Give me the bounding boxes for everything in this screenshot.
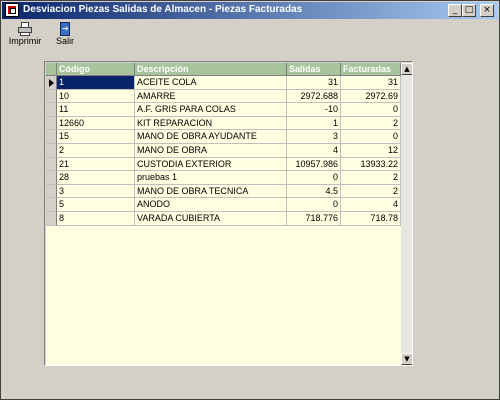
table-row[interactable]: 11 A.F. GRIS PARA COLAS -10 0 [46,103,401,117]
cell-descripcion[interactable]: VARADA CUBIERTA [135,212,287,226]
cell-facturadas[interactable]: 2 [341,184,401,199]
scroll-down-icon[interactable]: ▼ [401,353,412,365]
cell-codigo[interactable]: 3 [57,184,135,199]
row-indicator-header [46,63,57,76]
cell-salidas[interactable]: 4.5 [287,184,341,199]
row-indicator[interactable] [46,116,57,131]
cell-descripcion[interactable]: AMARRE [135,89,287,104]
cell-facturadas[interactable]: 13933.22 [341,157,401,172]
row-indicator[interactable] [46,157,57,172]
cell-salidas[interactable]: 0 [287,198,341,212]
cell-salidas[interactable]: 4 [287,144,341,158]
cell-codigo[interactable]: 28 [57,171,135,185]
app-window: Desviacion Piezas Salidas de Almacen - P… [0,0,500,400]
cell-salidas[interactable]: 3 [287,130,341,144]
table-row[interactable]: 12660 KIT REPARACION 1 2 [46,116,401,131]
column-header-salidas[interactable]: Salidas [287,63,341,76]
minimize-button[interactable]: _ [448,4,462,17]
cell-descripcion[interactable]: KIT REPARACION [135,116,287,131]
cell-salidas[interactable]: 1 [287,116,341,131]
table-row[interactable]: 2 MANO DE OBRA 4 12 [46,144,401,158]
cell-facturadas[interactable]: 0 [341,130,401,144]
cell-facturadas[interactable]: 718.78 [341,212,401,226]
cell-salidas[interactable]: 2972.688 [287,89,341,104]
column-header-descripcion[interactable]: Descripción [135,63,287,76]
cell-descripcion[interactable]: pruebas 1 [135,171,287,185]
row-indicator[interactable] [46,130,57,144]
cell-descripcion[interactable]: ANODO [135,198,287,212]
row-indicator[interactable] [46,198,57,212]
cell-facturadas[interactable]: 2 [341,116,401,131]
table-row[interactable]: 15 MANO DE OBRA AYUDANTE 3 0 [46,130,401,144]
row-indicator[interactable] [46,171,57,185]
cell-facturadas[interactable]: 2972.69 [341,89,401,104]
cell-salidas[interactable]: 0 [287,171,341,185]
cell-codigo[interactable]: 12660 [57,116,135,131]
column-header-codigo[interactable]: Código [57,63,135,76]
row-indicator[interactable] [46,144,57,158]
cell-codigo[interactable]: 11 [57,103,135,117]
grid-body: Código Descripción Salidas Facturadas ▲ … [46,63,412,365]
data-grid[interactable]: Código Descripción Salidas Facturadas ▲ … [44,61,413,366]
maximize-button[interactable]: □ [462,4,476,17]
cell-salidas[interactable]: 718.776 [287,212,341,226]
table-row[interactable]: 28 pruebas 102 [46,171,401,185]
column-header-facturadas[interactable]: Facturadas [341,63,401,76]
table-row[interactable]: 3 MANO DE OBRA TECNICA 4.5 2 [46,184,401,199]
cell-descripcion[interactable]: ACEITE COLA [135,76,287,90]
table-row[interactable]: 21 CUSTODIA EXTERIOR 10957.986 13933.22 [46,157,401,172]
cell-descripcion[interactable]: MANO DE OBRA [135,144,287,158]
cell-codigo[interactable]: 8 [57,212,135,226]
cell-codigo[interactable]: 5 [57,198,135,212]
cell-codigo[interactable]: 10 [57,89,135,104]
row-pointer-icon [49,79,54,87]
toolbar: Imprimir ➔ Salir [3,20,497,50]
row-indicator[interactable] [46,212,57,226]
close-button[interactable]: × [480,4,494,17]
cell-facturadas[interactable]: 12 [341,144,401,158]
exit-button[interactable]: ➔ Salir [49,20,81,50]
cell-descripcion[interactable]: A.F. GRIS PARA COLAS [135,103,287,117]
exit-door-icon: ➔ [57,22,73,36]
cell-codigo[interactable]: 15 [57,130,135,144]
table-row[interactable]: 5 ANODO 0 4 [46,198,401,212]
table-row[interactable]: 10 AMARRE 2972.688 2972.69 [46,89,401,104]
cell-descripcion[interactable]: MANO DE OBRA TECNICA [135,184,287,199]
scroll-up-icon[interactable]: ▲ [401,63,412,75]
cell-facturadas[interactable]: 4 [341,198,401,212]
cell-facturadas[interactable]: 2 [341,171,401,185]
table-row[interactable]: 8 VARADA CUBIERTA 718.776 718.78 [46,212,401,226]
cell-descripcion[interactable]: CUSTODIA EXTERIOR [135,157,287,172]
print-label: Imprimir [8,36,42,46]
cell-salidas[interactable]: 31 [287,76,341,90]
cell-codigo[interactable]: 21 [57,157,135,172]
cell-codigo[interactable]: 2 [57,144,135,158]
cell-codigo[interactable]: 1 [57,76,135,90]
vertical-scrollbar[interactable]: ▲ ▼ [401,63,412,365]
cell-facturadas[interactable]: 0 [341,103,401,117]
printer-icon [17,22,33,36]
row-indicator[interactable] [46,184,57,199]
cell-descripcion[interactable]: MANO DE OBRA AYUDANTE [135,130,287,144]
app-icon[interactable] [5,3,19,17]
row-indicator[interactable] [46,103,57,117]
row-indicator[interactable] [46,76,57,90]
window-title: Desviacion Piezas Salidas de Almacen - P… [23,4,303,15]
print-button[interactable]: Imprimir [7,20,43,50]
cell-salidas[interactable]: 10957.986 [287,157,341,172]
exit-label: Salir [55,36,74,46]
cell-salidas[interactable]: -10 [287,103,341,117]
title-bar[interactable]: Desviacion Piezas Salidas de Almacen - P… [2,2,498,19]
row-indicator[interactable] [46,89,57,104]
cell-facturadas[interactable]: 31 [341,76,401,90]
table-row[interactable]: 1 ACEITE COLA 31 31 [46,76,401,90]
